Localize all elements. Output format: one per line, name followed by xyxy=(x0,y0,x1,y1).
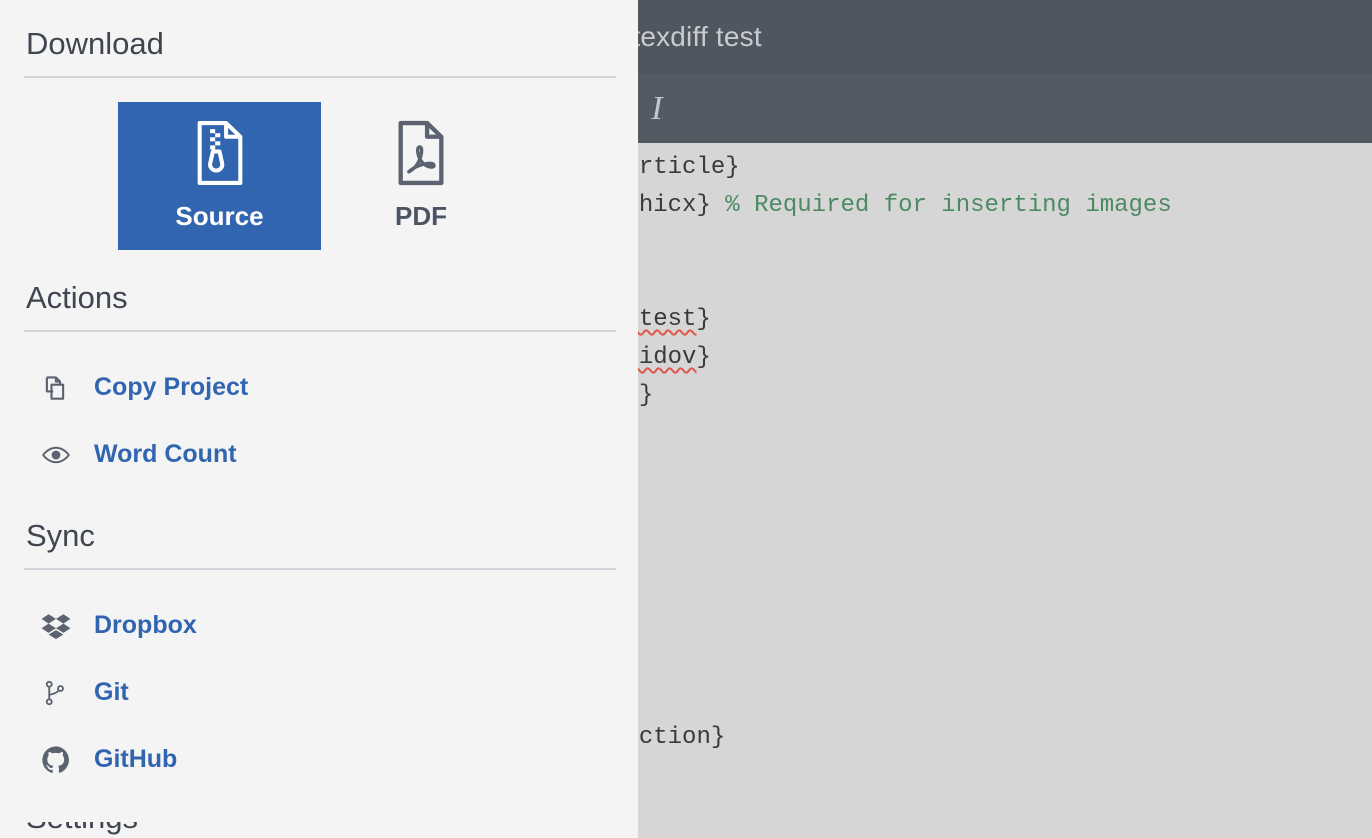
download-source-button[interactable]: Source xyxy=(118,102,321,250)
code-token: } xyxy=(696,344,711,371)
download-pdf-button[interactable]: PDF xyxy=(321,102,521,250)
copy-icon xyxy=(40,373,94,403)
action-copy-project-label: Copy Project xyxy=(94,373,249,401)
settings-section-title: Settings xyxy=(0,822,638,836)
sync-section-title: Sync xyxy=(26,518,95,553)
next-section-clipped: Settings xyxy=(0,822,638,838)
sync-github-label: GitHub xyxy=(94,745,178,773)
actions-section-title: Actions xyxy=(26,280,128,315)
zip-file-icon xyxy=(189,120,251,191)
left-menu-panel: Download Source PDF Actions Copy Project… xyxy=(0,0,638,838)
action-word-count[interactable]: Word Count xyxy=(0,421,638,488)
download-pdf-label: PDF xyxy=(395,201,447,231)
sync-git[interactable]: Git xyxy=(0,659,638,726)
download-buttons-row: Source PDF xyxy=(0,78,638,250)
code-token: % Required for inserting images xyxy=(725,192,1172,219)
sync-github[interactable]: GitHub xyxy=(0,726,638,793)
eye-icon xyxy=(40,439,94,471)
code-token: } xyxy=(696,306,711,333)
dropbox-icon xyxy=(40,610,94,642)
git-branch-icon xyxy=(40,678,94,708)
github-icon xyxy=(40,744,94,776)
sync-git-label: Git xyxy=(94,678,129,706)
sync-dropbox[interactable]: Dropbox xyxy=(0,592,638,659)
action-copy-project[interactable]: Copy Project xyxy=(0,354,638,421)
app-root: latexdiff test or Visual Editor xyxy=(0,0,1372,838)
italic-button[interactable]: I xyxy=(631,90,682,128)
pdf-file-icon xyxy=(390,120,452,191)
download-section-title: Download xyxy=(26,26,164,61)
download-source-label: Source xyxy=(175,201,264,231)
action-word-count-label: Word Count xyxy=(94,440,237,468)
sync-dropbox-label: Dropbox xyxy=(94,611,197,639)
